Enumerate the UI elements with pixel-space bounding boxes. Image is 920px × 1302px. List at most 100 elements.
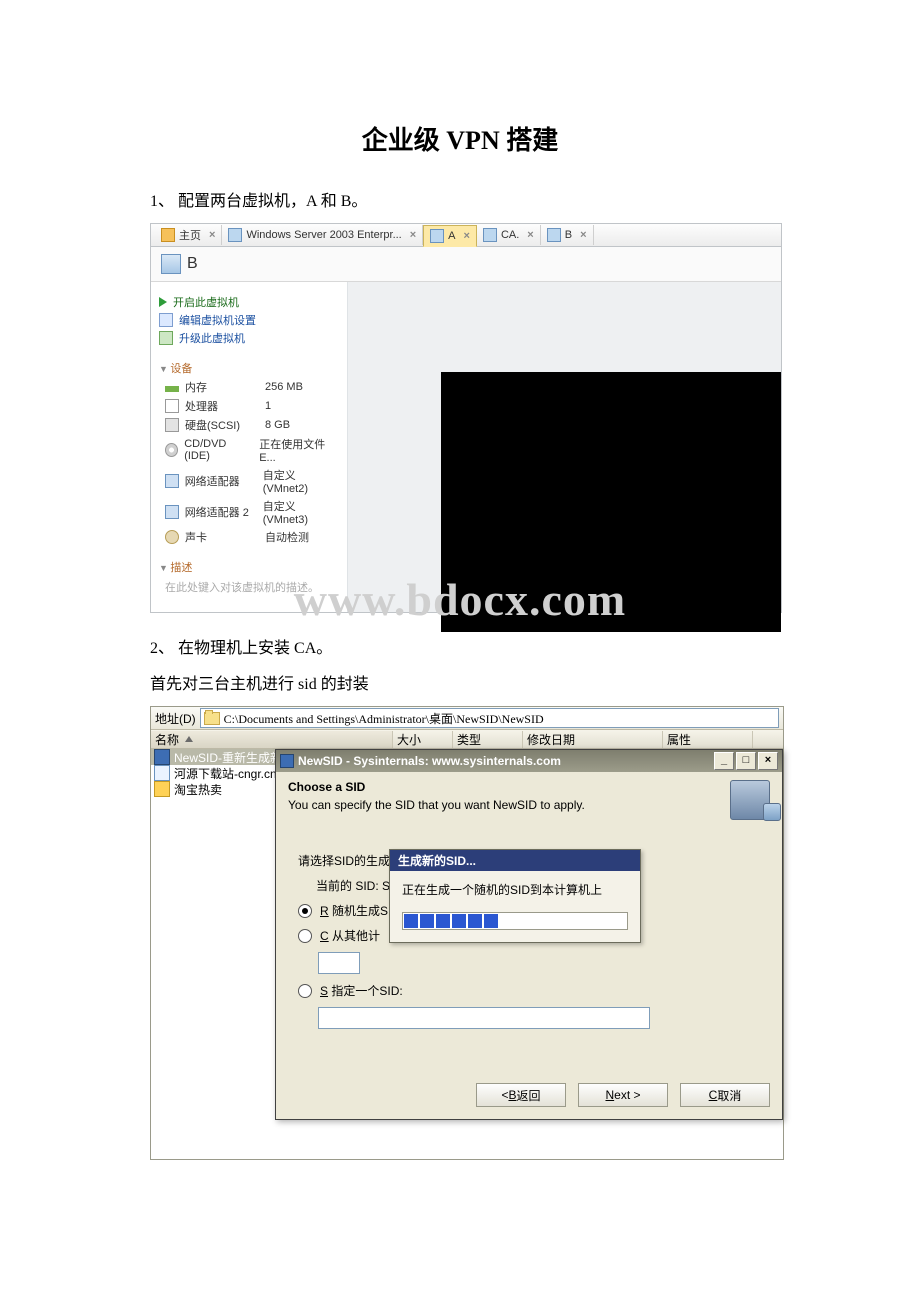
choose-sid-title: Choose a SID bbox=[288, 780, 718, 794]
cmd-start-label: 开启此虚拟机 bbox=[173, 294, 239, 310]
home-icon bbox=[161, 228, 175, 242]
explorer-window: 地址(D) C:\Documents and Settings\Administ… bbox=[150, 706, 784, 1160]
cmd-edit-label: 编辑虚拟机设置 bbox=[179, 312, 256, 328]
desc-placeholder: 在此处键入对该虚拟机的描述。 bbox=[165, 579, 339, 595]
dev-sound[interactable]: 声卡自动检测 bbox=[165, 529, 339, 545]
dev-hdd-label: 硬盘(SCSI) bbox=[185, 417, 259, 433]
tab-ca-label: CA. bbox=[501, 229, 519, 241]
address-field[interactable]: C:\Documents and Settings\Administrator\… bbox=[200, 708, 779, 728]
copy-from-input[interactable] bbox=[318, 952, 360, 974]
dev-net2-value: 自定义(VMnet3) bbox=[263, 498, 339, 526]
close-icon[interactable]: × bbox=[410, 229, 416, 241]
cancel-post: 取消 bbox=[717, 1087, 741, 1104]
step2-pre: 2、 在物理机上安装 bbox=[150, 640, 294, 657]
shortcut-icon bbox=[154, 781, 170, 797]
tab-b-label: B bbox=[565, 229, 572, 241]
close-button[interactable]: × bbox=[758, 752, 778, 770]
dev-memory[interactable]: 内存256 MB bbox=[165, 379, 339, 395]
edit-icon bbox=[159, 313, 173, 327]
progress-block bbox=[404, 914, 418, 928]
dev-cpu-value: 1 bbox=[265, 400, 271, 412]
computer-icon bbox=[730, 780, 770, 820]
sound-icon bbox=[165, 530, 179, 544]
tab-a-label: A bbox=[448, 230, 455, 242]
file-area: NewSID-重新生成新的 河源下载站-cngr.cn 淘宝热卖 NewSID … bbox=[151, 749, 783, 1159]
tab-home[interactable]: 主页× bbox=[155, 225, 222, 245]
play-icon bbox=[159, 297, 167, 307]
step1-post: 。 bbox=[351, 193, 367, 210]
col-name-label: 名称 bbox=[155, 731, 179, 748]
tab-ca[interactable]: CA. × bbox=[477, 225, 541, 245]
title-pre: 企业级 bbox=[362, 126, 447, 155]
next-button[interactable]: Next > bbox=[578, 1083, 668, 1107]
radio-specify[interactable] bbox=[298, 984, 312, 998]
section-devices[interactable]: 设备 bbox=[159, 360, 339, 376]
specify-sid-input[interactable] bbox=[318, 1007, 650, 1029]
progress-block bbox=[452, 914, 466, 928]
close-icon[interactable]: × bbox=[580, 229, 586, 241]
dialog-buttons: < B 返回 Next > C 取消 bbox=[288, 1083, 770, 1107]
back-post: 返回 bbox=[517, 1087, 541, 1104]
col-name[interactable]: 名称 bbox=[151, 731, 393, 748]
dev-hdd-value: 8 GB bbox=[265, 419, 290, 431]
vm-body: 开启此虚拟机 编辑虚拟机设置 升级此虚拟机 设备 内存256 MB 处理器1 硬… bbox=[151, 282, 781, 612]
col-size[interactable]: 大小 bbox=[393, 731, 453, 748]
close-icon[interactable]: × bbox=[464, 230, 470, 242]
col-date[interactable]: 修改日期 bbox=[523, 731, 663, 748]
tab-enterprise[interactable]: Windows Server 2003 Enterpr...× bbox=[222, 225, 423, 245]
back-button[interactable]: < B 返回 bbox=[476, 1083, 566, 1107]
back-u: B bbox=[508, 1088, 516, 1102]
vm-tabs: 主页× Windows Server 2003 Enterpr...× A× C… bbox=[151, 224, 781, 247]
step2: 2、 在物理机上安装 CA。 bbox=[150, 634, 770, 658]
progress-bar bbox=[402, 912, 628, 930]
tab-b[interactable]: B× bbox=[541, 225, 594, 245]
section-desc-label: 描述 bbox=[170, 562, 192, 574]
folder-icon bbox=[204, 712, 220, 725]
cancel-button[interactable]: C 取消 bbox=[680, 1083, 770, 1107]
dev-net2[interactable]: 网络适配器 2自定义(VMnet3) bbox=[165, 498, 339, 526]
maximize-button[interactable]: □ bbox=[736, 752, 756, 770]
vm-icon bbox=[430, 229, 444, 243]
vm-icon bbox=[483, 228, 497, 242]
copy-input-row bbox=[318, 952, 760, 974]
cmd-edit-vm[interactable]: 编辑虚拟机设置 bbox=[159, 312, 339, 328]
radio-random[interactable] bbox=[298, 904, 312, 918]
col-type[interactable]: 类型 bbox=[453, 731, 523, 748]
app-icon bbox=[154, 749, 170, 765]
dev-cpu[interactable]: 处理器1 bbox=[165, 398, 339, 414]
popup-text: 正在生成一个随机的SID到本计算机上 bbox=[402, 881, 628, 898]
step2-ca: CA bbox=[294, 640, 316, 657]
close-icon[interactable]: × bbox=[209, 229, 215, 241]
cmd-start-vm[interactable]: 开启此虚拟机 bbox=[159, 294, 339, 310]
address-label: 地址(D) bbox=[155, 710, 196, 727]
vm-sidebar: 开启此虚拟机 编辑虚拟机设置 升级此虚拟机 设备 内存256 MB 处理器1 硬… bbox=[151, 282, 348, 612]
progress-block bbox=[420, 914, 434, 928]
sid-line: 首先对三台主机进行 sid 的封装 bbox=[150, 670, 770, 694]
cmd-upgrade-label: 升级此虚拟机 bbox=[179, 330, 245, 346]
window-buttons: _ □ × bbox=[714, 752, 778, 770]
sort-asc-icon bbox=[185, 736, 193, 742]
minimize-button[interactable]: _ bbox=[714, 752, 734, 770]
popup-body: 正在生成一个随机的SID到本计算机上 bbox=[390, 871, 640, 942]
sid-post: 的封装 bbox=[317, 676, 369, 693]
tab-a[interactable]: A× bbox=[423, 225, 477, 247]
vm-screen bbox=[441, 372, 781, 632]
dev-cd[interactable]: CD/DVD (IDE)正在使用文件 E... bbox=[165, 436, 339, 464]
cmd-upgrade-vm[interactable]: 升级此虚拟机 bbox=[159, 330, 339, 346]
network-icon bbox=[165, 474, 179, 488]
col-attr[interactable]: 属性 bbox=[663, 731, 753, 748]
specify-input-row bbox=[318, 1007, 760, 1029]
dev-sound-label: 声卡 bbox=[185, 529, 259, 545]
radio-copy[interactable] bbox=[298, 929, 312, 943]
section-desc[interactable]: 描述 bbox=[159, 559, 339, 575]
close-icon[interactable]: × bbox=[527, 229, 533, 241]
vm-icon bbox=[228, 228, 242, 242]
option-specify[interactable]: S 指定一个SID: bbox=[298, 982, 760, 999]
hdd-icon bbox=[165, 418, 179, 432]
dev-hdd[interactable]: 硬盘(SCSI) 8 GB bbox=[165, 417, 339, 433]
sid-pre: 首先对三台主机进行 bbox=[150, 676, 298, 693]
progress-block bbox=[484, 914, 498, 928]
dev-net1[interactable]: 网络适配器自定义(VMnet2) bbox=[165, 467, 339, 495]
network-icon bbox=[165, 505, 179, 519]
dialog-header-row: Choose a SID You can specify the SID tha… bbox=[288, 780, 770, 820]
